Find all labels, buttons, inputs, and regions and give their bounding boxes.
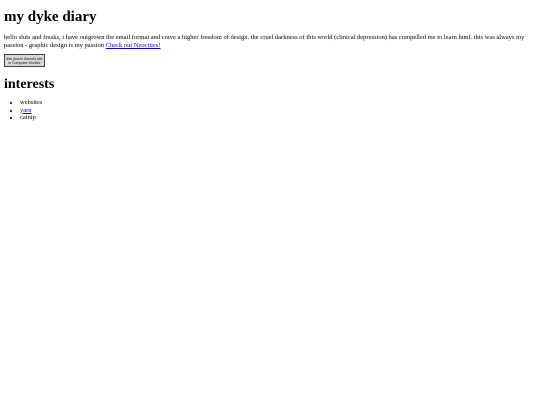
intro-paragraph: hello sluts and freaks, i have outgrown … xyxy=(4,34,538,50)
interests-heading: interests xyxy=(4,77,55,92)
interest-item-websites: websites xyxy=(20,99,536,107)
interest-link-yarn[interactable]: yarn xyxy=(20,107,32,114)
neocities-link[interactable]: Check out Neocities! xyxy=(106,42,161,49)
interest-label: catnip xyxy=(20,114,36,121)
interest-item-catnip: catnip xyxy=(20,114,536,122)
intro-text: hello sluts and freaks, i have outgrown … xyxy=(4,34,525,49)
interests-list: websites yarn catnip xyxy=(4,99,536,122)
interest-label: websites xyxy=(20,99,43,106)
site-badge: this (butch flannel) site is Computer Mo… xyxy=(4,54,45,67)
page-title: my dyke diary xyxy=(4,9,97,25)
interest-item-yarn[interactable]: yarn xyxy=(20,107,536,115)
page: my dyke diary hello sluts and freaks, i … xyxy=(0,0,540,405)
badge-line-2: is Computer Monitor xyxy=(8,60,41,65)
